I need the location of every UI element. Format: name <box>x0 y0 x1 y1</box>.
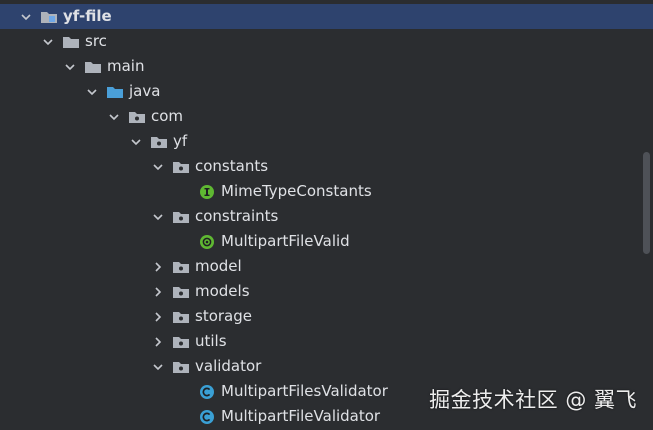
tree-item-validator[interactable]: validator <box>0 354 653 379</box>
watermark-text: 掘金技术社区 @ 翼飞 <box>429 388 637 412</box>
chevron-right-icon[interactable] <box>150 334 166 350</box>
tree-item-label: models <box>195 282 250 300</box>
tree-item-java[interactable]: java <box>0 79 653 104</box>
chevron-down-icon[interactable] <box>62 59 78 75</box>
tree-item-label: MultipartFileValid <box>221 232 350 250</box>
tree-item-storage[interactable]: storage <box>0 304 653 329</box>
chevron-down-icon[interactable] <box>128 134 144 150</box>
folder-icon <box>84 59 102 75</box>
tree-item-label: java <box>129 82 161 100</box>
tree-item-label: src <box>85 32 107 50</box>
package-icon <box>172 359 190 375</box>
tree-item-models[interactable]: models <box>0 279 653 304</box>
tree-item-label: MimeTypeConstants <box>221 182 372 200</box>
chevron-down-icon[interactable] <box>40 34 56 50</box>
tree-item-label: yf-file <box>63 7 112 25</box>
package-icon <box>172 159 190 175</box>
chevron-down-icon[interactable] <box>18 9 34 25</box>
vertical-scrollbar-thumb[interactable] <box>643 152 650 254</box>
package-icon <box>172 259 190 275</box>
project-tree: yf-file src main java com yf constants M… <box>0 0 653 430</box>
annotation-icon <box>198 234 216 250</box>
module-folder-icon <box>40 9 58 25</box>
package-icon <box>172 334 190 350</box>
tree-item-label: MultipartFileValidator <box>221 407 381 425</box>
chevron-right-icon[interactable] <box>150 284 166 300</box>
tree-item-constraints[interactable]: constraints <box>0 204 653 229</box>
package-icon <box>150 134 168 150</box>
tree-item-label: storage <box>195 307 252 325</box>
tree-item-mime-type-constants[interactable]: MimeTypeConstants <box>0 179 653 204</box>
interface-icon <box>198 184 216 200</box>
chevron-down-icon[interactable] <box>150 159 166 175</box>
tree-item-yf-file[interactable]: yf-file <box>0 4 653 29</box>
source-root-folder-icon <box>106 84 124 100</box>
tree-item-label: validator <box>195 357 262 375</box>
package-icon <box>128 109 146 125</box>
chevron-right-icon[interactable] <box>150 259 166 275</box>
chevron-down-icon[interactable] <box>106 109 122 125</box>
tree-item-model[interactable]: model <box>0 254 653 279</box>
class-icon <box>198 384 216 400</box>
tree-item-main[interactable]: main <box>0 54 653 79</box>
tree-item-label: main <box>107 57 145 75</box>
tree-item-label: constants <box>195 157 269 175</box>
tree-item-src[interactable]: src <box>0 29 653 54</box>
package-icon <box>172 209 190 225</box>
tree-item-com[interactable]: com <box>0 104 653 129</box>
chevron-down-icon[interactable] <box>150 209 166 225</box>
package-icon <box>172 284 190 300</box>
folder-icon <box>62 34 80 50</box>
tree-item-yf[interactable]: yf <box>0 129 653 154</box>
tree-item-label: constraints <box>195 207 279 225</box>
tree-item-label: model <box>195 257 242 275</box>
tree-item-label: MultipartFilesValidator <box>221 382 388 400</box>
chevron-down-icon[interactable] <box>150 359 166 375</box>
chevron-down-icon[interactable] <box>84 84 100 100</box>
chevron-right-icon[interactable] <box>150 309 166 325</box>
package-icon <box>172 309 190 325</box>
tree-item-utils[interactable]: utils <box>0 329 653 354</box>
tree-item-constants[interactable]: constants <box>0 154 653 179</box>
tree-item-multipart-file-valid[interactable]: MultipartFileValid <box>0 229 653 254</box>
tree-item-label: yf <box>173 132 188 150</box>
class-icon <box>198 409 216 425</box>
tree-item-label: com <box>151 107 184 125</box>
tree-item-label: utils <box>195 332 227 350</box>
